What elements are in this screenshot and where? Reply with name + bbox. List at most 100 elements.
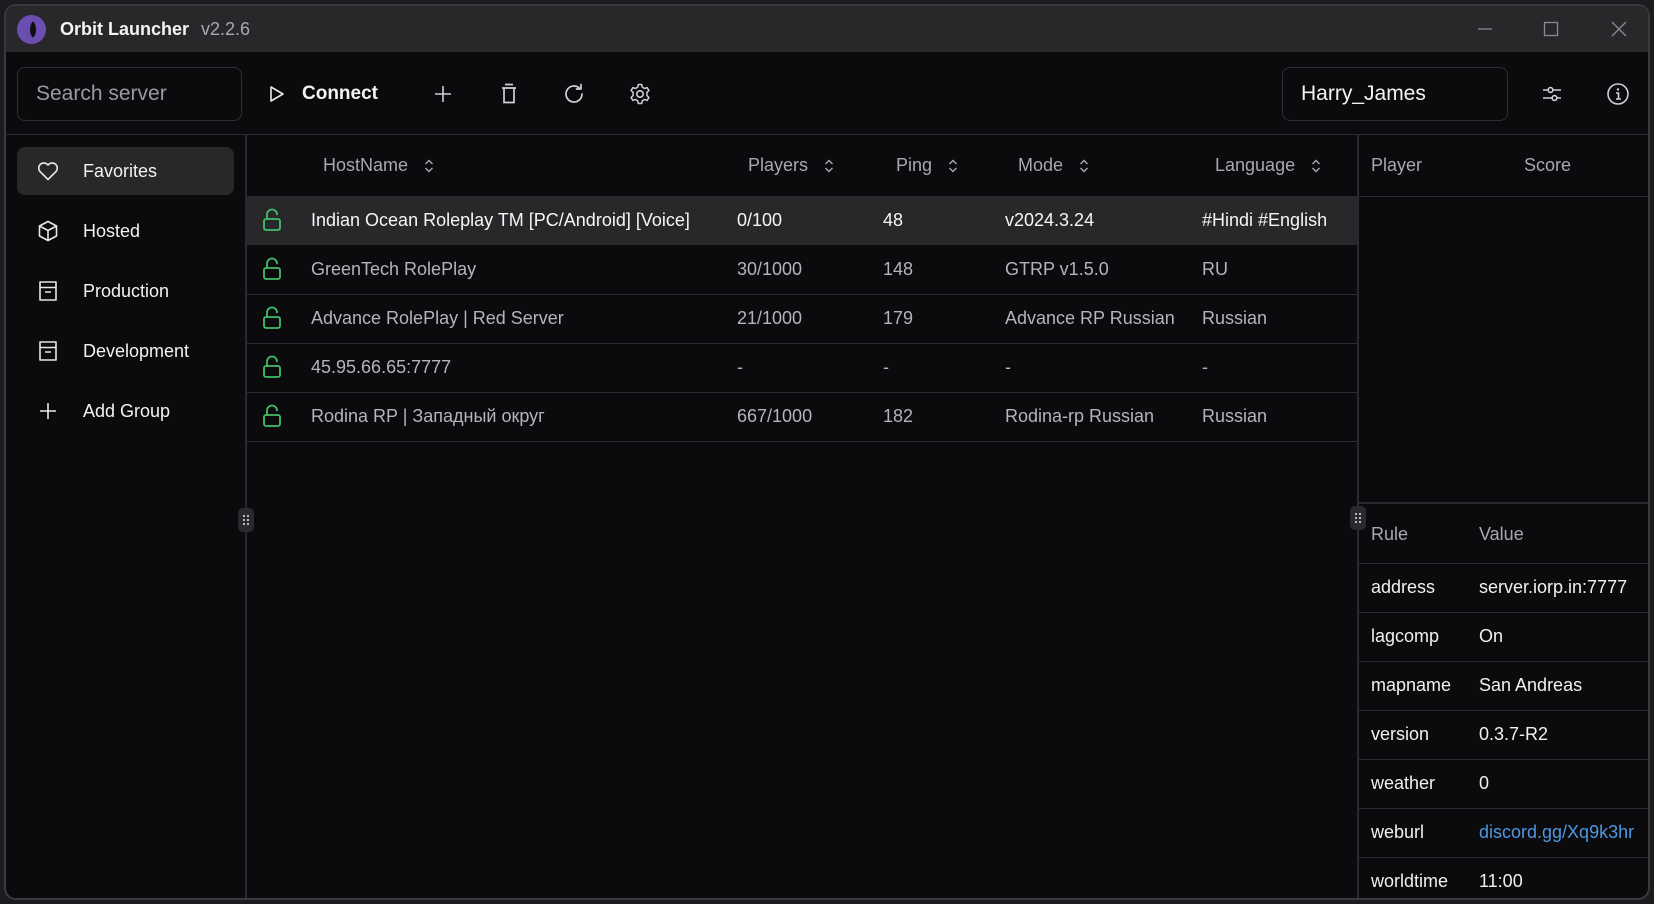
cell-language: #Hindi #English xyxy=(1202,210,1328,230)
rule-row: lagcomp On xyxy=(1359,613,1648,662)
nickname-input[interactable] xyxy=(1282,67,1508,121)
cell-mode: Advance RP Russian xyxy=(1005,308,1175,328)
cell-language: Russian xyxy=(1202,406,1268,426)
gear-icon xyxy=(630,83,650,105)
cell-hostname: Indian Ocean Roleplay TM [PC/Android] [V… xyxy=(311,210,690,230)
column-header-ping[interactable]: Ping xyxy=(896,155,958,176)
rule-value: 0.3.7-R2 xyxy=(1479,724,1549,744)
rule-row: version 0.3.7-R2 xyxy=(1359,711,1648,760)
sidebar-item-hosted[interactable]: Hosted xyxy=(17,207,234,255)
players-table-header: Player Score xyxy=(1359,135,1648,197)
cell-ping: - xyxy=(883,357,889,377)
unlocked-icon xyxy=(263,208,281,231)
minimize-icon xyxy=(1478,28,1492,30)
sidebar-item-favorites[interactable]: Favorites xyxy=(17,147,234,195)
rule-row: worldtime 11:00 xyxy=(1359,858,1648,898)
column-label: Ping xyxy=(896,155,933,175)
server-row[interactable]: 45.95.66.65:7777 - - - - xyxy=(247,344,1357,393)
cell-mode: Rodina-rp Russian xyxy=(1005,406,1155,426)
cell-hostname: Advance RolePlay | Red Server xyxy=(311,308,564,328)
column-header-rule: Rule xyxy=(1371,524,1409,544)
unlocked-icon xyxy=(263,404,281,427)
rules-table-header: Rule Value xyxy=(1359,504,1648,564)
add-group-button[interactable]: Add Group xyxy=(17,387,234,435)
maximize-button[interactable] xyxy=(1528,14,1574,44)
server-row[interactable]: GreenTech RolePlay 30/1000 148 GTRP v1.5.0 R… xyxy=(247,246,1357,295)
rule-row: address server.iorp.in:7777 xyxy=(1359,564,1648,613)
minimize-button[interactable] xyxy=(1462,14,1508,44)
server-row[interactable]: Advance RolePlay | Red Server 21/1000 179 A… xyxy=(247,295,1357,344)
sidebar-item-label: Add Group xyxy=(83,400,171,421)
close-icon xyxy=(1611,21,1627,37)
about-button[interactable] xyxy=(1598,74,1638,114)
maximize-icon xyxy=(1543,21,1559,37)
server-row[interactable]: Indian Ocean Roleplay TM [PC/Android] [V… xyxy=(247,197,1357,245)
rule-name: lagcomp xyxy=(1371,626,1440,646)
rule-name: worldtime xyxy=(1371,871,1449,891)
cell-language: RU xyxy=(1202,259,1228,279)
players-list xyxy=(1359,197,1648,504)
rule-value-link[interactable]: discord.gg/Xq9k3hr xyxy=(1479,822,1634,843)
app-title: Orbit Launcher xyxy=(60,19,190,39)
cell-hostname: Rodina RP | Западный округ xyxy=(311,406,545,426)
unlocked-icon xyxy=(263,355,281,378)
orbit-logo-icon xyxy=(17,15,46,44)
column-label: HostName xyxy=(323,155,409,175)
cell-players: 30/1000 xyxy=(737,259,803,279)
cell-hostname: GreenTech RolePlay xyxy=(311,259,477,279)
plus-icon xyxy=(33,401,63,421)
toolbar: Connect xyxy=(6,52,1648,135)
sidebar-item-label: Hosted xyxy=(83,220,141,241)
sidebar-item-label: Favorites xyxy=(83,160,158,181)
unlocked-icon xyxy=(263,257,281,280)
server-table: HostName Players Ping Mode Language Indi… xyxy=(247,135,1357,898)
refresh-button[interactable] xyxy=(554,74,594,114)
sliders-icon xyxy=(1543,86,1561,102)
column-header-hostname[interactable]: HostName xyxy=(323,155,434,176)
rule-name: mapname xyxy=(1371,675,1452,695)
refresh-icon xyxy=(565,83,583,103)
column-header-player: Player xyxy=(1371,155,1423,175)
cell-players: - xyxy=(737,357,743,377)
column-label: Mode xyxy=(1018,155,1064,175)
column-label: Language xyxy=(1215,155,1296,175)
delete-server-button[interactable] xyxy=(489,74,529,114)
connect-button[interactable]: Connect xyxy=(268,74,378,114)
search-input[interactable] xyxy=(17,67,242,121)
rule-value: On xyxy=(1479,626,1504,646)
heart-icon xyxy=(33,161,63,181)
rule-name: weburl xyxy=(1371,822,1425,842)
cell-ping: 148 xyxy=(883,259,914,279)
cube-icon xyxy=(33,220,63,242)
rule-name: address xyxy=(1371,577,1436,597)
filter-settings-button[interactable] xyxy=(1532,74,1572,114)
play-icon xyxy=(270,86,284,102)
server-row[interactable]: Rodina RP | Западный округ 667/1000 182 Rod… xyxy=(247,393,1357,442)
close-button[interactable] xyxy=(1596,14,1642,44)
cell-ping: 182 xyxy=(883,406,914,426)
rule-value: San Andreas xyxy=(1479,675,1583,695)
sidebar-item-label: Production xyxy=(83,280,170,301)
add-server-button[interactable] xyxy=(423,74,463,114)
rule-row: weburl discord.gg/Xq9k3hr xyxy=(1359,809,1648,858)
column-header-mode[interactable]: Mode xyxy=(1018,155,1089,176)
rule-row: weather 0 xyxy=(1359,760,1648,809)
app-version: v2.2.6 xyxy=(201,19,251,39)
column-header-language[interactable]: Language xyxy=(1215,155,1321,176)
column-header-players[interactable]: Players xyxy=(748,155,834,176)
rule-value: server.iorp.in:7777 xyxy=(1479,577,1628,597)
connect-label: Connect xyxy=(302,83,378,104)
sidebar-item-label: Development xyxy=(83,340,190,361)
sort-icon xyxy=(1080,159,1089,172)
sidebar-item-development[interactable]: Development xyxy=(17,327,234,375)
server-details-panel: Player Score Rule Value address server.io… xyxy=(1357,135,1648,898)
cell-players: 21/1000 xyxy=(737,308,803,328)
cell-hostname: 45.95.66.65:7777 xyxy=(311,357,452,377)
rule-value: 0 xyxy=(1479,773,1490,793)
app-window: Orbit Launcher v2.2.6 Connect xyxy=(4,4,1650,900)
title-bar: Orbit Launcher v2.2.6 xyxy=(6,6,1648,52)
cell-mode: - xyxy=(1005,357,1011,377)
sidebar-item-production[interactable]: Production xyxy=(17,267,234,315)
rule-row: mapname San Andreas xyxy=(1359,662,1648,711)
settings-button[interactable] xyxy=(620,74,660,114)
